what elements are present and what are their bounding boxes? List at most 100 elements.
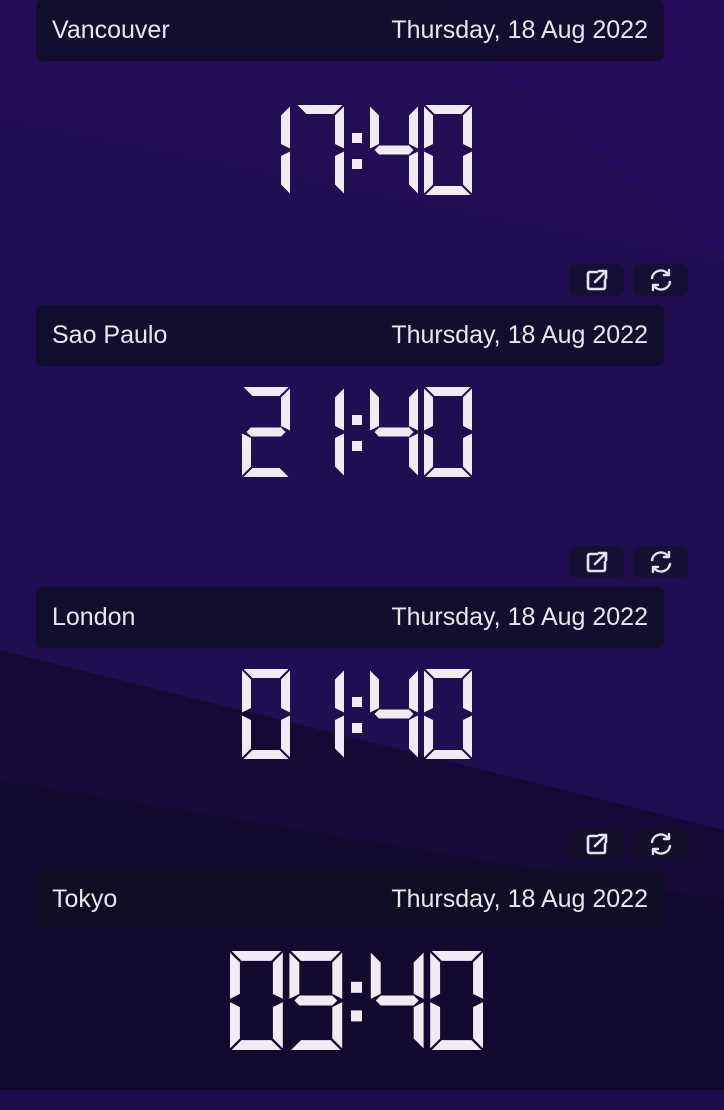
time-digits	[281, 105, 472, 195]
digit-segment	[243, 669, 289, 678]
refresh-icon	[650, 550, 671, 574]
digit-segment	[425, 750, 471, 759]
time-digits	[242, 387, 472, 477]
digit-segment	[409, 388, 418, 431]
city-name: London	[52, 603, 136, 631]
digit-segment	[370, 106, 379, 149]
digit-segment	[231, 951, 282, 961]
clock-header: Tokyo Thursday, 18 Aug 2022	[36, 869, 664, 930]
digit-segment	[463, 151, 472, 194]
digit-segment	[463, 715, 472, 758]
digit-segment	[425, 468, 471, 477]
digit-segment	[409, 670, 418, 713]
digit-segment	[297, 105, 343, 114]
digit-segment	[335, 388, 344, 431]
clock-date: Thursday, 18 Aug 2022	[391, 603, 648, 631]
digit-segment	[425, 669, 471, 678]
digital-time	[230, 951, 483, 1050]
digit-segment	[463, 433, 472, 476]
digit-segment	[409, 715, 418, 758]
digit-segment	[424, 715, 433, 758]
digit-segment	[291, 1040, 341, 1050]
clock-card-tokyo: Tokyo Thursday, 18 Aug 2022	[0, 828, 724, 1110]
colon-dot	[352, 415, 362, 425]
clock-date: Thursday, 18 Aug 2022	[391, 885, 648, 913]
time-digits	[242, 669, 472, 759]
digital-clock	[0, 951, 724, 1050]
digit-segment	[243, 468, 289, 477]
city-name: Sao Paulo	[52, 321, 168, 349]
clock-date: Thursday, 18 Aug 2022	[391, 321, 648, 349]
digit-segment	[335, 106, 344, 149]
digit-segment	[335, 151, 344, 194]
digit-segment	[230, 952, 240, 999]
digit-segment	[281, 670, 290, 713]
digit-segment	[374, 427, 414, 437]
open-button[interactable]	[569, 264, 624, 296]
digit-segment	[431, 951, 482, 961]
digit-segment	[335, 670, 344, 713]
digit-segment	[424, 106, 433, 149]
clock-header: Sao Paulo Thursday, 18 Aug 2022	[36, 305, 664, 366]
digit-segment	[335, 433, 344, 476]
clock-header: Vancouver Thursday, 18 Aug 2022	[36, 0, 664, 61]
digit-segment	[375, 995, 419, 1006]
digit-segment	[370, 388, 379, 431]
digit-segment	[409, 151, 418, 194]
colon-dot	[352, 441, 362, 451]
digital-clock	[0, 669, 724, 759]
external-link-icon	[586, 269, 607, 291]
digit-segment	[242, 433, 251, 476]
digital-time	[242, 669, 472, 759]
digital-clock	[0, 105, 724, 195]
digit-segment	[425, 105, 471, 114]
clock-card-sao-paulo: Sao Paulo Thursday, 18 Aug 2022	[0, 264, 724, 546]
digit-segment	[370, 952, 381, 999]
digit-segment	[473, 952, 483, 999]
card-actions	[569, 828, 688, 860]
digit-segment	[281, 715, 290, 758]
refresh-icon	[650, 832, 671, 856]
colon-dot	[351, 1010, 362, 1022]
clock-card-london: London Thursday, 18 Aug 2022	[0, 546, 724, 828]
colon-dot	[352, 159, 362, 169]
digit-segment	[370, 670, 379, 713]
digit-segment	[425, 186, 471, 195]
digit-segment	[243, 387, 289, 396]
digit-segment	[430, 1002, 441, 1049]
digit-segment	[291, 951, 341, 961]
open-button[interactable]	[569, 828, 624, 860]
digit-segment	[294, 995, 338, 1006]
digit-segment	[473, 1002, 483, 1049]
digit-segment	[332, 1002, 343, 1049]
digital-clock	[0, 387, 724, 477]
open-button[interactable]	[569, 546, 624, 578]
digit-segment	[424, 151, 433, 194]
external-link-icon	[586, 551, 607, 573]
digit-segment	[413, 952, 424, 999]
external-link-icon	[586, 833, 607, 855]
digit-segment	[424, 388, 433, 431]
digit-segment	[463, 388, 472, 431]
digit-segment	[374, 145, 414, 155]
time-digits	[230, 951, 483, 1050]
clock-date: Thursday, 18 Aug 2022	[391, 16, 648, 44]
city-name: Tokyo	[52, 885, 118, 913]
refresh-button[interactable]	[633, 546, 688, 578]
refresh-icon	[650, 268, 671, 292]
digit-segment	[424, 433, 433, 476]
refresh-button[interactable]	[633, 828, 688, 860]
digit-segment	[272, 1002, 283, 1049]
colon-dot	[351, 981, 362, 993]
colon-dot	[352, 723, 362, 733]
digit-segment	[409, 106, 418, 149]
digit-segment	[289, 952, 300, 999]
clock-card-vancouver: Vancouver Thursday, 18 Aug 2022	[0, 0, 724, 241]
card-actions	[569, 264, 688, 296]
clock-header: London Thursday, 18 Aug 2022	[36, 587, 664, 648]
digit-segment	[413, 1002, 424, 1049]
digit-segment	[242, 715, 251, 758]
refresh-button[interactable]	[633, 264, 688, 296]
digit-segment	[431, 1040, 482, 1050]
digit-segment	[425, 387, 471, 396]
